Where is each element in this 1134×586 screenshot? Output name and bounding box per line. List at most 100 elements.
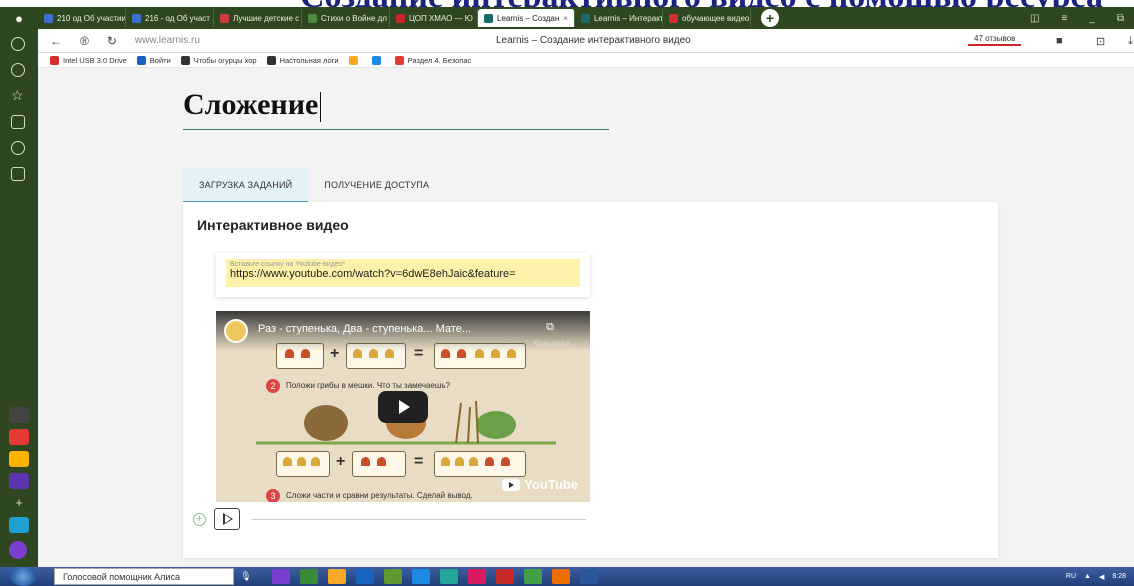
bookmark-item-3[interactable]: Настольная логи (266, 55, 339, 65)
network-icon[interactable]: ▲ (1084, 573, 1091, 580)
video-author: Козырева... (533, 339, 576, 348)
add-app-icon[interactable]: + (9, 495, 29, 511)
clock[interactable]: 8:28 (1112, 573, 1126, 580)
minimize-icon[interactable]: _ (1089, 13, 1095, 24)
back-icon[interactable]: ← (50, 34, 62, 48)
volume-icon[interactable]: ◀ (1099, 573, 1104, 581)
youtube-link-box: Вставьте ссылку на Youtube-видео* https:… (216, 253, 590, 297)
tab-favicon-icon (396, 13, 405, 23)
video-title[interactable]: Раз - ступенька, Два - ступенька... Мате… (258, 323, 471, 335)
system-tray: RU ▲ ◀ 8:28 (1066, 573, 1134, 581)
bookmark-item-2[interactable]: Чтобы огурцы хор (180, 55, 257, 65)
reload-icon[interactable]: ↻ (107, 34, 117, 48)
protect-icon[interactable]: ® (80, 34, 89, 48)
language-indicator[interactable]: RU (1066, 573, 1076, 580)
browser-tab-5[interactable]: Learnis – Создан × (478, 9, 575, 27)
window-controls: ◫ ≡ _ ⧉ (1030, 13, 1134, 24)
bookmark-label: Настольная логи (279, 55, 339, 65)
video-card: Интерактивное видео Вставьте ссылку на Y… (183, 202, 998, 558)
url-field[interactable]: www.learnis.ru (135, 35, 200, 46)
tab-favicon-icon (44, 13, 53, 23)
youtube-logo[interactable]: YouTube (502, 477, 578, 492)
browser-tab-1[interactable]: 216 - од Об участ (126, 9, 214, 27)
youtube-link-field[interactable]: Вставьте ссылку на Youtube-видео* https:… (226, 259, 580, 287)
taskbar-app3-icon[interactable] (468, 569, 486, 584)
title-input[interactable]: Сложение (183, 88, 609, 130)
bookmark-item-4[interactable] (348, 55, 362, 65)
add-question-icon[interactable]: + (193, 512, 206, 526)
notes-icon[interactable] (11, 115, 25, 129)
tab-access[interactable]: ПОЛУЧЕНИЕ ДОСТУПА (308, 168, 445, 203)
alice-icon[interactable] (9, 541, 27, 559)
play-circle-icon[interactable] (11, 141, 25, 155)
microphone-icon[interactable]: 🎙 (238, 571, 254, 582)
play-icon (223, 513, 233, 525)
bookmark-label: Чтобы огурцы хор (193, 55, 257, 65)
star-icon[interactable]: ☆ (11, 88, 25, 103)
app-red-icon[interactable] (9, 429, 29, 445)
taskbar-app-icon[interactable] (384, 569, 402, 584)
bookmark-favicon-icon (50, 55, 59, 65)
restore-icon[interactable]: ⧉ (1117, 13, 1124, 24)
start-button[interactable] (10, 567, 36, 586)
browser-tab-7[interactable]: обучающее видео (663, 9, 751, 27)
tab-favicon-icon (484, 13, 493, 23)
taskbar-explorer-icon[interactable] (300, 569, 318, 584)
app-purple-icon[interactable] (9, 473, 29, 489)
bookmark-item-1[interactable]: Войти (136, 55, 171, 65)
video-task-2: Положи грибы в мешки. Что ты замечаешь? (286, 381, 450, 390)
card-title: Интерактивное видео (197, 217, 349, 233)
tab-upload[interactable]: ЗАГРУЗКА ЗАДАНИЙ (183, 168, 309, 203)
youtube-link-value[interactable]: https://www.youtube.com/watch?v=6dwE8ehJ… (230, 268, 576, 280)
reviews-badge[interactable]: 47 отзывов (968, 33, 1022, 46)
new-tab-button[interactable]: + (760, 9, 779, 27)
taskbar-mail-icon[interactable] (356, 569, 374, 584)
video-timeline[interactable] (252, 518, 586, 520)
taskbar-app6-icon[interactable] (552, 569, 570, 584)
video-player[interactable]: + = 2 Положи грибы в мешки. Что ты замеч… (216, 311, 590, 502)
plus-sign-2: + (336, 453, 346, 470)
lesson-title[interactable]: Сложение (183, 88, 318, 121)
left-sidebar: ☆ + (0, 29, 38, 567)
send-icon[interactable] (9, 517, 29, 533)
browser-tab-4[interactable]: ЦОП ХМАО — Ю (390, 9, 478, 27)
taskbar-alice-icon[interactable] (272, 569, 290, 584)
youtube-logo-label: YouTube (524, 477, 578, 492)
browser-tab-6[interactable]: Learnis – Интеракт (575, 9, 663, 27)
taskbar-ie-icon[interactable] (412, 569, 430, 584)
task-number-2: 2 (266, 379, 280, 393)
browser-tab-0[interactable]: 210 од Об участии (38, 9, 126, 27)
browser-profile-icon[interactable]: ● (0, 7, 38, 29)
card-icon[interactable] (11, 167, 25, 181)
tab-label: Learnis – Создан (497, 13, 560, 23)
bookmark-item-6[interactable]: Раздел 4. Безопас (394, 55, 471, 65)
reader-icon[interactable]: ⊡ (1096, 35, 1105, 48)
download-icon[interactable]: ⤓ (1128, 35, 1133, 48)
bookmark-icon[interactable]: ■ (1056, 35, 1063, 47)
page-title-bar: Learnis – Создание интерактивного видео (496, 35, 691, 46)
taskbar-word-icon[interactable] (580, 569, 598, 584)
channel-avatar[interactable] (224, 319, 248, 343)
mail-icon[interactable] (9, 451, 29, 467)
clock-icon[interactable] (11, 63, 25, 77)
bookmark-item-5[interactable] (371, 55, 385, 65)
bell-icon[interactable] (11, 37, 25, 51)
tab-label: 216 - од Об участ (145, 13, 210, 23)
menu-icon[interactable]: ≡ (1061, 13, 1067, 24)
browser-tab-2[interactable]: Лучшие детские с (214, 9, 302, 27)
alice-search-box[interactable]: Голосовой помощник Алиса (54, 568, 234, 585)
taskbar-app5-icon[interactable] (524, 569, 542, 584)
close-tab-icon[interactable]: × (563, 14, 568, 23)
bookmark-item-0[interactable]: Intel USB 3.0 Drive (50, 55, 127, 65)
play-button[interactable] (214, 508, 240, 530)
app-dark-icon[interactable] (9, 407, 29, 423)
tab-manager-icon[interactable]: ◫ (1030, 13, 1039, 24)
task-number-3: 3 (266, 489, 280, 502)
copy-link-icon[interactable]: ⧉ (546, 321, 554, 334)
video-controls: + (193, 508, 586, 530)
taskbar-app4-icon[interactable] (496, 569, 514, 584)
taskbar-browser-icon[interactable] (328, 569, 346, 584)
video-play-button[interactable] (378, 391, 428, 423)
taskbar-app2-icon[interactable] (440, 569, 458, 584)
browser-tab-3[interactable]: Стихи о Войне дл (302, 9, 390, 27)
